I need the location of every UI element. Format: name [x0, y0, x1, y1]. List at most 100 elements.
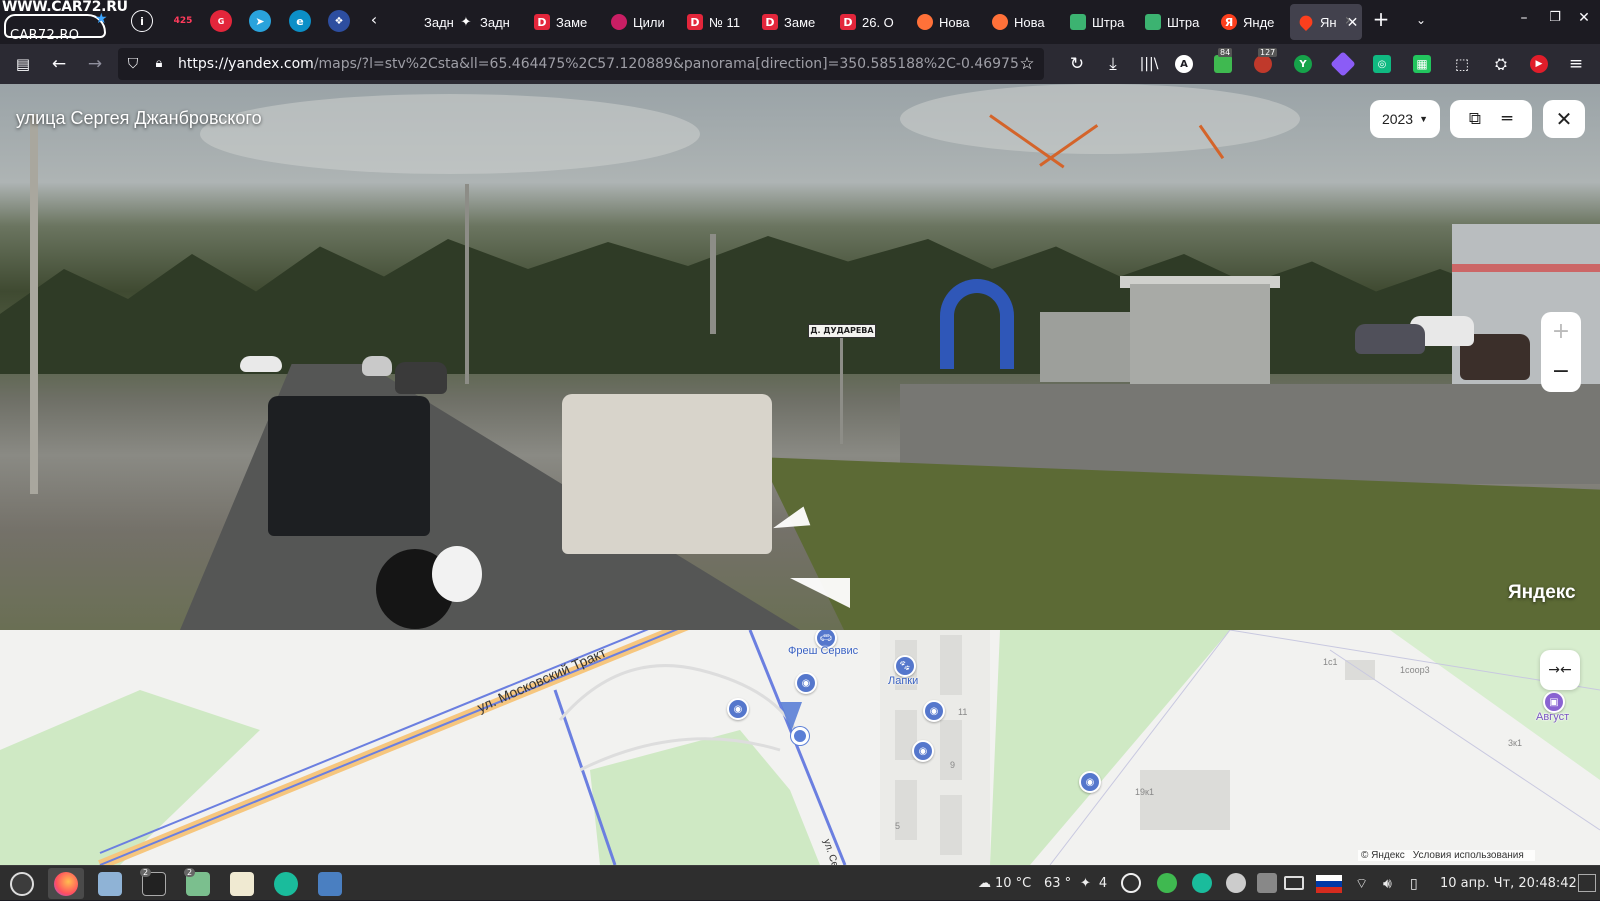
- extension-grid-icon[interactable]: ▦: [1413, 55, 1431, 73]
- extension-y-icon[interactable]: Y: [1294, 55, 1312, 73]
- yandex-disk-icon[interactable]: [1121, 873, 1141, 893]
- browser-tab[interactable]: Нова: [990, 4, 1054, 40]
- taskbar-text-editor[interactable]: [224, 868, 260, 899]
- display-icon[interactable]: [1284, 876, 1304, 890]
- taskbar-remote-desktop[interactable]: [312, 868, 348, 899]
- panorama-point-icon[interactable]: ◉: [727, 698, 749, 720]
- weather-widget[interactable]: ☁︎ 10 °C: [978, 866, 1031, 901]
- library-icon[interactable]: |||\: [1138, 53, 1160, 75]
- open-external-icon[interactable]: ⧉: [1464, 108, 1486, 130]
- panorama-point-icon[interactable]: ◉: [795, 672, 817, 694]
- zoom-out-button[interactable]: −: [1541, 352, 1581, 392]
- mini-map[interactable]: ул. Московский Тракт ул. Сер 🚗︎ Фреш Сер…: [0, 630, 1600, 865]
- clock[interactable]: 10 апр. Чт, 20:48:42: [1440, 866, 1577, 901]
- russian-flag-icon[interactable]: [1316, 875, 1342, 893]
- bookmark-star-icon[interactable]: ☆: [1016, 53, 1038, 75]
- minimize-icon[interactable]: –: [1514, 10, 1534, 26]
- menu-icon[interactable]: ≡: [1565, 53, 1587, 75]
- steam-icon[interactable]: [1226, 873, 1246, 893]
- map-copyright[interactable]: © Яндекс: [1361, 850, 1405, 861]
- scroll-tabs-left-icon[interactable]: ‹: [362, 10, 386, 29]
- mint-menu-button[interactable]: [4, 868, 40, 899]
- cloud: [200, 94, 700, 174]
- distant-car: [362, 356, 392, 376]
- extension-shield-icon[interactable]: 127: [1254, 48, 1278, 73]
- ig-icon[interactable]: G: [210, 10, 232, 32]
- back-icon[interactable]: ←: [48, 53, 70, 75]
- volume-icon[interactable]: 🔊︎: [1383, 866, 1392, 901]
- map-terms-link[interactable]: Условия использования: [1413, 850, 1524, 861]
- browser-tab[interactable]: Цили: [609, 4, 673, 40]
- browser-tab[interactable]: D Заме: [760, 4, 824, 40]
- car72-logo[interactable]: WWW.CAR72.RU ★ CAR72.RO: [0, 0, 128, 44]
- extension-green-icon[interactable]: 84: [1214, 48, 1233, 73]
- download-icon[interactable]: ⤓: [1102, 53, 1124, 75]
- browser-tab[interactable]: D 26. О: [838, 4, 902, 40]
- browser-tab[interactable]: Нова: [915, 4, 979, 40]
- browser-tab[interactable]: D Заме: [532, 4, 596, 40]
- mail-icon[interactable]: 425: [172, 10, 194, 32]
- current-position-marker[interactable]: [791, 727, 809, 745]
- shield-icon[interactable]: ⛉: [122, 53, 144, 75]
- browser-tab[interactable]: D № 11: [685, 4, 749, 40]
- info-icon[interactable]: i: [131, 10, 153, 32]
- browser-tab[interactable]: Я Янде: [1219, 4, 1283, 40]
- browser-tab[interactable]: Штра: [1068, 4, 1132, 40]
- account-icon[interactable]: A: [1175, 55, 1193, 73]
- battery-icon[interactable]: ▯: [1410, 866, 1418, 901]
- extension-hat-icon[interactable]: ⛭: [1490, 53, 1512, 75]
- url-text[interactable]: https://yandex.com/maps/?l=stv%2Csta&ll=…: [178, 56, 1018, 72]
- white-suv: [562, 394, 772, 554]
- poi-label-fresh[interactable]: Фреш Сервис: [788, 645, 858, 657]
- yandex-icon: Я: [1221, 14, 1237, 30]
- xmind-tray-icon[interactable]: [1192, 873, 1212, 893]
- remote-desktop-icon: [318, 871, 342, 896]
- store-icon[interactable]: ▣: [1543, 691, 1565, 713]
- collapse-map-button[interactable]: →←: [1540, 650, 1580, 690]
- paw-icon[interactable]: 🐾︎: [894, 655, 916, 677]
- menu-lines-icon[interactable]: ═: [1496, 108, 1518, 130]
- taskbar-file-manager[interactable]: [92, 868, 128, 899]
- street-panorama[interactable]: Д. ДУДАРЕВА улица Сергея Джанбровского 2…: [0, 84, 1600, 630]
- security-shield-icon[interactable]: [1257, 873, 1277, 893]
- new-tab-icon[interactable]: +: [1369, 7, 1393, 31]
- close-panorama-button[interactable]: ✕: [1543, 100, 1585, 138]
- sync-ok-icon[interactable]: [1157, 873, 1177, 893]
- vk-icon[interactable]: ❖: [328, 10, 350, 32]
- panorama-point-icon[interactable]: ◉: [912, 740, 934, 762]
- poi-label-lapki[interactable]: Лапки: [888, 675, 918, 687]
- notifications-widget[interactable]: ✦ 4: [1080, 866, 1107, 901]
- taskbar-xmind[interactable]: [268, 868, 304, 899]
- window-close-icon[interactable]: ✕: [1574, 10, 1594, 26]
- panorama-point-icon[interactable]: ◉: [923, 700, 945, 722]
- d-icon: D: [534, 14, 550, 30]
- extensions-puzzle-icon[interactable]: ⬚: [1451, 53, 1473, 75]
- extension-play-icon[interactable]: ▶: [1530, 55, 1548, 73]
- list-tabs-icon[interactable]: ⌄: [1409, 13, 1433, 27]
- restore-icon[interactable]: ❐: [1545, 10, 1565, 25]
- telegram-icon[interactable]: ➤: [249, 10, 271, 32]
- extension-teal-icon[interactable]: ◎: [1373, 55, 1391, 73]
- poi-label-august[interactable]: Август: [1536, 711, 1569, 723]
- sidebar-icon[interactable]: ▤: [12, 53, 34, 75]
- browser-tab[interactable]: ✦ Задн: [456, 4, 520, 40]
- car-icon: [1145, 14, 1161, 30]
- taskbar-firefox[interactable]: [48, 868, 84, 899]
- taskbar-terminal[interactable]: 2: [136, 868, 172, 899]
- extension-purple-icon[interactable]: [1330, 51, 1356, 77]
- url-bar[interactable]: ⛉ 🔒︎ https://yandex.com/maps/?l=stv%2Cst…: [118, 48, 1044, 80]
- forward-icon[interactable]: →: [84, 53, 106, 75]
- panorama-point-icon[interactable]: ◉: [1079, 771, 1101, 793]
- show-desktop-icon[interactable]: [1578, 874, 1596, 892]
- lock-icon[interactable]: 🔒︎: [148, 53, 170, 75]
- zoom-in-button[interactable]: +: [1541, 312, 1581, 352]
- wifi-icon[interactable]: ⌔: [1355, 866, 1368, 901]
- browser-tab[interactable]: Штра: [1143, 4, 1207, 40]
- edge-icon[interactable]: e: [289, 10, 311, 32]
- panorama-move-arrow[interactable]: [790, 578, 850, 608]
- taskbar-files[interactable]: 2: [180, 868, 216, 899]
- reload-icon[interactable]: ↻: [1066, 53, 1088, 75]
- year-selector[interactable]: 2023 ▼: [1370, 100, 1440, 138]
- scroll-tabs-right-icon[interactable]: ›: [1336, 10, 1360, 29]
- browser-tab[interactable]: Задн: [400, 4, 464, 40]
